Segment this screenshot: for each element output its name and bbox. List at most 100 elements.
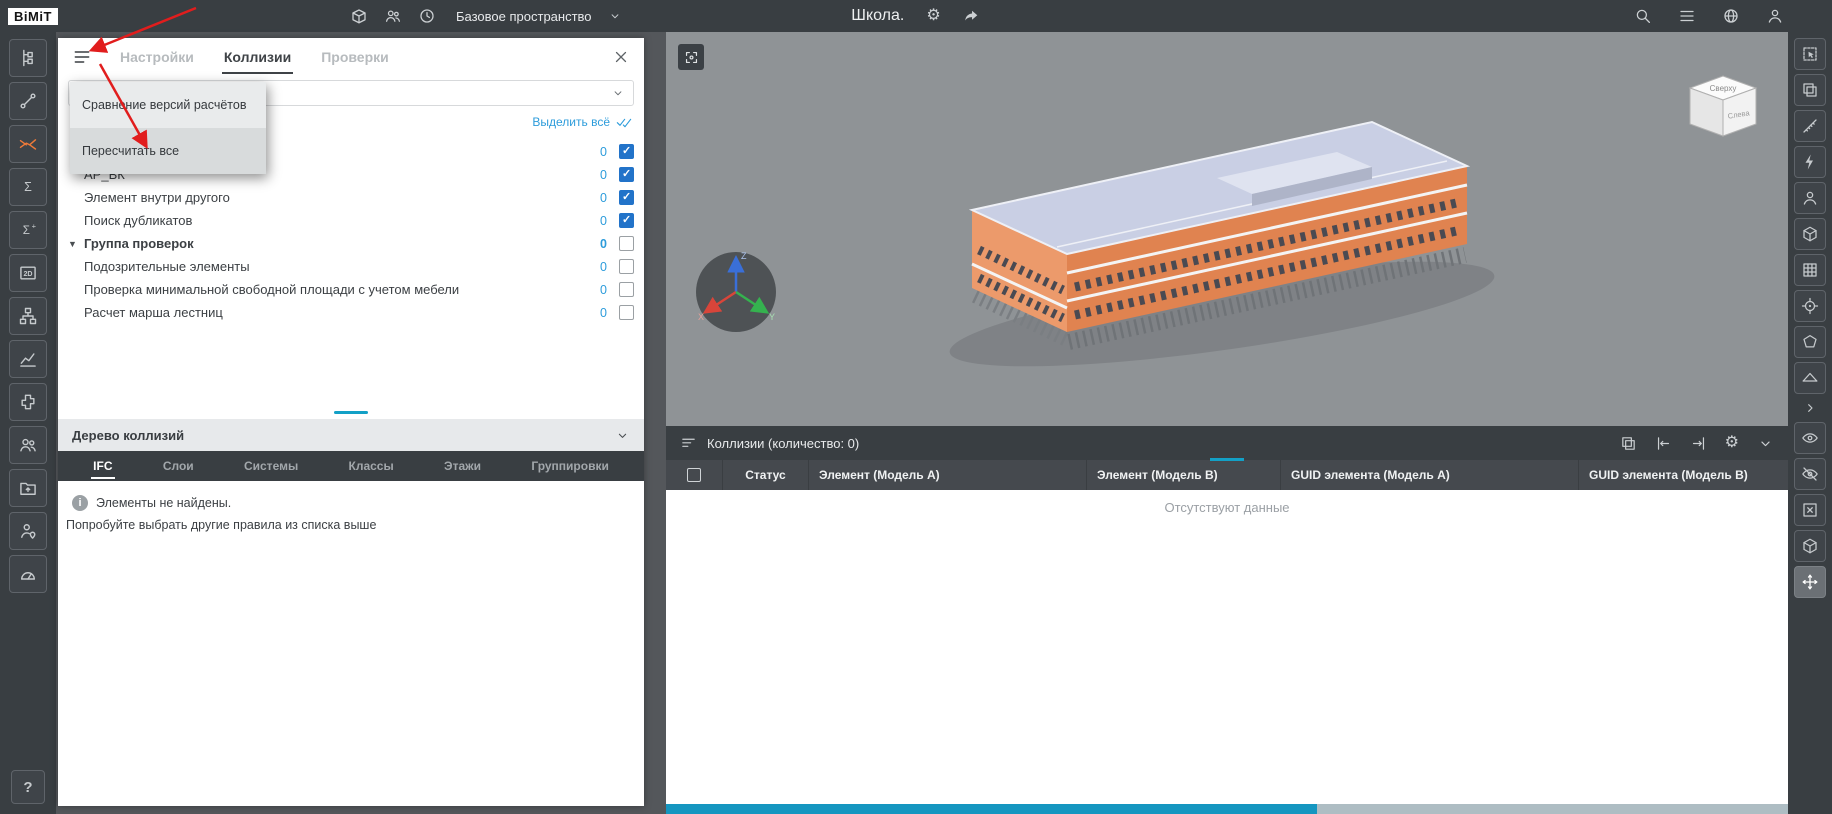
rule-count: 0	[600, 145, 607, 159]
tree-tab-classes[interactable]: Классы	[347, 453, 396, 479]
search-icon[interactable]	[1634, 7, 1652, 25]
tab-settings[interactable]: Настройки	[118, 40, 196, 74]
rule-checkbox[interactable]	[619, 305, 634, 320]
align-right-icon[interactable]	[1690, 435, 1707, 452]
rule-checkbox[interactable]	[619, 259, 634, 274]
collisions-toolbar: ⚙	[1620, 435, 1774, 452]
rule-checkbox[interactable]	[619, 190, 634, 205]
section-box-button[interactable]	[1794, 218, 1826, 250]
viewport-home-button[interactable]	[678, 44, 704, 70]
column-status[interactable]: Статус	[722, 460, 808, 490]
plugins-button[interactable]	[9, 383, 47, 421]
measure-button[interactable]	[1794, 110, 1826, 142]
help-button[interactable]: ?	[11, 770, 45, 804]
column-element-b[interactable]: Элемент (Модель B)	[1086, 460, 1280, 490]
select-all-link[interactable]: Выделить всё	[532, 115, 610, 129]
align-left-icon[interactable]	[1655, 435, 1672, 452]
show-element-button[interactable]	[1794, 422, 1826, 454]
dashboard-button[interactable]	[9, 555, 47, 593]
section-plane-button[interactable]	[1794, 362, 1826, 394]
rule-checkbox[interactable]	[619, 282, 634, 297]
model-structure-button[interactable]	[9, 39, 47, 77]
team-icon[interactable]	[384, 7, 402, 25]
double-check-icon[interactable]	[616, 114, 632, 130]
globe-icon[interactable]	[1722, 7, 1740, 25]
chevron-down-icon	[611, 86, 625, 100]
viewport-3d[interactable]: X Y Z Сверху Слева Коллизии (количество:	[666, 32, 1788, 814]
chevron-down-icon[interactable]	[615, 428, 630, 443]
column-guid-a[interactable]: GUID элемента (Модель A)	[1280, 460, 1578, 490]
rule-row[interactable]: Подозрительные элементы 0	[58, 255, 644, 278]
collisions-button[interactable]	[9, 125, 47, 163]
list-icon[interactable]	[1678, 7, 1696, 25]
team-panel-button[interactable]	[9, 426, 47, 464]
column-guid-b[interactable]: GUID элемента (Модель B)	[1578, 460, 1788, 490]
collision-tree-title: Дерево коллизий	[72, 428, 184, 443]
menu-item-recalculate-all[interactable]: Пересчитать все	[70, 128, 266, 174]
rule-checkbox[interactable]	[619, 213, 634, 228]
collision-tree-header[interactable]: Дерево коллизий	[58, 419, 644, 451]
tree-tab-layers[interactable]: Слои	[161, 453, 196, 479]
settings-icon[interactable]: ⚙	[1725, 435, 1739, 451]
scroll-indicator[interactable]	[334, 411, 368, 414]
user-icon[interactable]	[1766, 7, 1784, 25]
panel-drag-handle[interactable]	[1210, 458, 1244, 461]
collapse-chevron-icon[interactable]	[1802, 400, 1818, 416]
rule-row[interactable]: Проверка минимальной свободной площади с…	[58, 278, 644, 301]
target-icon	[1801, 297, 1819, 315]
left-toolbar: Σ Σ+ 2D ?	[0, 32, 56, 814]
polygon-select-button[interactable]	[1794, 326, 1826, 358]
focus-target-button[interactable]	[1794, 290, 1826, 322]
filter-list-icon[interactable]	[680, 435, 697, 452]
charts-button[interactable]	[9, 340, 47, 378]
tree-tab-systems[interactable]: Системы	[242, 453, 300, 479]
hierarchy-button[interactable]	[9, 297, 47, 335]
copy-icon[interactable]	[1620, 435, 1637, 452]
2d-view-button[interactable]: 2D	[9, 254, 47, 292]
people-icon	[18, 435, 38, 455]
tab-collisions[interactable]: Коллизии	[222, 40, 293, 74]
shared-projects-button[interactable]	[9, 469, 47, 507]
hide-element-button[interactable]	[1794, 458, 1826, 490]
person-view-button[interactable]	[1794, 182, 1826, 214]
tree-tab-ifc[interactable]: IFC	[91, 453, 114, 479]
copy-layers-button[interactable]	[1794, 74, 1826, 106]
rule-checkbox[interactable]	[619, 144, 634, 159]
expand-arrow-icon[interactable]: ▼	[68, 239, 84, 249]
package-icon[interactable]	[350, 7, 368, 25]
chevron-down-icon[interactable]	[1757, 435, 1774, 452]
tab-checks[interactable]: Проверки	[319, 40, 391, 74]
rule-row[interactable]: Элемент внутри другого 0	[58, 186, 644, 209]
rule-checkbox[interactable]	[619, 167, 634, 182]
view-cube[interactable]: Сверху Слева	[1684, 72, 1762, 140]
rule-label: Подозрительные элементы	[84, 259, 600, 274]
rule-row[interactable]: Расчет марша лестниц 0	[58, 301, 644, 324]
column-element-a[interactable]: Элемент (Модель A)	[808, 460, 1086, 490]
rule-row[interactable]: Поиск дубликатов 0	[58, 209, 644, 232]
workspace-selector[interactable]: Базовое пространство	[456, 9, 592, 24]
rule-group-row[interactable]: ▼ Группа проверок 0	[58, 232, 644, 255]
calculations-button[interactable]: Σ	[9, 168, 47, 206]
model-cube-button[interactable]	[1794, 530, 1826, 562]
menu-item-compare-versions[interactable]: Сравнение версий расчётов	[70, 82, 266, 128]
move-gizmo-button[interactable]	[1794, 566, 1826, 598]
close-icon[interactable]	[612, 48, 630, 66]
routes-icon	[18, 91, 38, 111]
clash-point-button[interactable]	[1794, 146, 1826, 178]
select-area-button[interactable]	[1794, 38, 1826, 70]
calculations-add-button[interactable]: Σ+	[9, 211, 47, 249]
share-icon[interactable]	[963, 7, 981, 25]
select-all-checkbox[interactable]	[687, 468, 701, 482]
chevron-down-icon[interactable]	[608, 9, 622, 23]
panel-menu-icon[interactable]	[72, 47, 92, 67]
gear-icon[interactable]: ⚙	[926, 8, 940, 24]
grid-table-button[interactable]	[1794, 254, 1826, 286]
person-location-button[interactable]	[9, 512, 47, 550]
tree-tab-groups[interactable]: Группировки	[529, 453, 610, 479]
isolate-element-button[interactable]	[1794, 494, 1826, 526]
rule-checkbox[interactable]	[619, 236, 634, 251]
history-icon[interactable]	[418, 7, 436, 25]
routes-button[interactable]	[9, 82, 47, 120]
axis-gizmo[interactable]: X Y Z	[688, 244, 784, 340]
tree-tab-floors[interactable]: Этажи	[442, 453, 483, 479]
